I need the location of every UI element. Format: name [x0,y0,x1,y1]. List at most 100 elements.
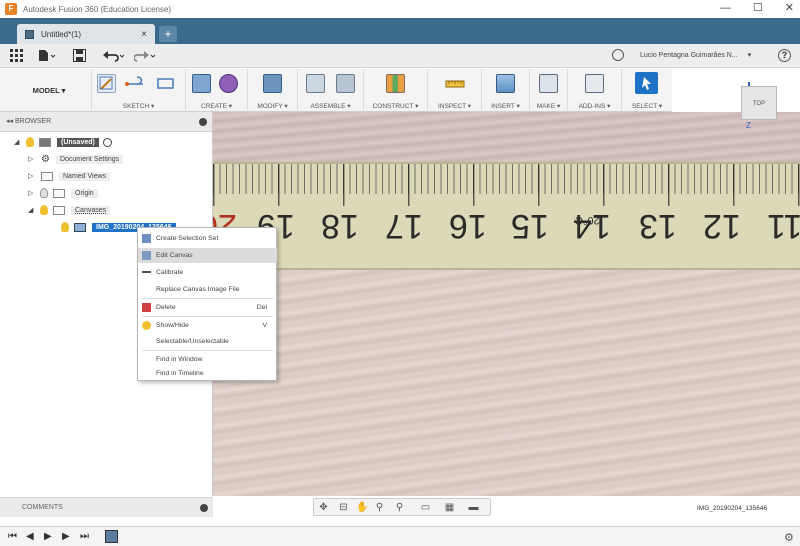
create-sketch-icon[interactable] [97,74,116,93]
browser-pin-icon[interactable] [199,118,207,126]
tab-close-icon[interactable]: × [141,29,147,40]
insert-image-icon[interactable] [496,74,515,93]
workspace-switcher-button[interactable]: MODEL ▾ [14,83,84,99]
canvas-viewport[interactable]: 20 19 18 17 16 15 20°C 14 13 12 11 [213,112,800,496]
form-icon[interactable] [219,74,238,93]
menu-item-edit-canvas[interactable]: Edit Canvas [138,248,277,263]
context-menu: Create Selection Set Edit Canvas Calibra… [137,227,277,381]
zoom-icon[interactable]: ⚲ [374,502,385,513]
user-account-menu[interactable]: Lucio Pentagna Guimarães N... ▾ [640,51,751,59]
viewports-icon[interactable]: ▬ [468,502,479,513]
go-to-start-icon[interactable]: ⏮ [8,531,17,543]
menu-item-show-hide[interactable]: Show/Hide V [138,318,277,333]
menu-item-label: Replace Canvas Image File [156,286,240,293]
activate-radio-icon[interactable] [102,137,112,147]
timeline-settings-gear-icon[interactable]: ⚙ [784,531,794,544]
timeline-bar: ⏮ ◀ ▶ ▶ ⏭ ⚙ [0,526,800,546]
visibility-bulb-icon[interactable] [40,188,48,198]
tree-item-canvases[interactable]: ◢ Canvases [28,202,111,218]
document-tab[interactable]: Untitled*(1) × [17,24,155,44]
document-icon [39,137,51,147]
menu-item-delete[interactable]: Delete Del [138,300,277,315]
modify-menu[interactable]: MODIFY ▾ [248,102,297,110]
canvas-image-icon [74,222,86,232]
look-at-icon[interactable]: ⊟ [338,502,349,513]
visibility-bulb-icon[interactable] [40,205,48,215]
tree-item-document-settings[interactable]: ▷ ⚙ Document Settings [28,151,124,167]
undo-icon[interactable] [103,49,125,63]
insert-menu[interactable]: INSERT ▾ [482,102,529,110]
3d-print-icon[interactable] [539,74,558,93]
inspect-menu[interactable]: INSPECT ▾ [428,102,481,110]
expand-down-icon[interactable]: ◢ [28,206,36,214]
measure-icon[interactable] [445,74,465,93]
user-name: Lucio Pentagna Guimarães N... [640,52,738,59]
display-settings-icon[interactable]: ▭ [420,502,431,513]
select-cursor-icon[interactable] [635,72,658,94]
menu-item-create-selection-set[interactable]: Create Selection Set [138,231,277,246]
tree-item-origin[interactable]: ▷ Origin [28,185,98,201]
assemble-menu[interactable]: ASSEMBLE ▾ [298,102,363,110]
create-menu[interactable]: CREATE ▾ [186,102,247,110]
expand-right-icon[interactable]: ▷ [28,172,36,180]
joint-icon[interactable] [336,74,355,93]
help-icon[interactable]: ? [778,49,791,62]
canvas-name-label: IMG_20190204_135646 [697,505,768,512]
step-back-icon[interactable]: ◀ [26,531,34,543]
menu-item-replace-canvas-image[interactable]: Replace Canvas Image File [138,282,277,297]
menu-separator [142,350,273,351]
tree-item-named-views[interactable]: ▷ Named Views [28,168,111,184]
file-menu-icon[interactable] [38,49,56,63]
title-bar: F Autodesk Fusion 360 (Education License… [0,0,800,18]
expand-right-icon[interactable]: ▷ [28,155,36,163]
line-icon[interactable] [125,74,144,93]
menu-item-find-in-timeline[interactable]: Find in Timeline [138,367,277,381]
redo-icon[interactable] [133,49,156,63]
extrude-icon[interactable] [192,74,211,93]
job-status-clock-icon[interactable] [612,49,624,61]
menu-item-selectable[interactable]: Selectable/Unselectable [138,334,277,349]
step-forward-icon[interactable]: ▶ [62,531,70,543]
comments-pin-icon[interactable] [200,504,208,512]
offset-plane-icon[interactable] [386,74,405,93]
collapse-arrows-icon[interactable]: ◂◂ [6,118,15,125]
select-menu[interactable]: SELECT ▾ [622,102,672,110]
sketch-menu[interactable]: SKETCH ▾ [92,102,185,110]
rectangle-icon[interactable] [156,74,175,93]
expand-down-icon[interactable]: ◢ [14,138,22,146]
new-tab-button[interactable]: + [159,26,177,42]
origin-label: Origin [71,188,98,198]
zoom-window-icon[interactable]: ⚲ [394,502,405,513]
viewcube[interactable]: TOP [741,86,777,120]
tree-item-root[interactable]: ◢ (Unsaved) [14,134,112,150]
construct-menu[interactable]: CONSTRUCT ▾ [364,102,427,110]
menu-item-find-in-window[interactable]: Find in Window [138,352,277,367]
new-component-icon[interactable] [306,74,325,93]
data-panel-grid-icon[interactable] [10,49,23,63]
go-to-end-icon[interactable]: ⏭ [80,531,89,543]
add-ins-menu[interactable]: ADD-INS ▾ [568,102,621,110]
timeline-canvas-feature-icon[interactable] [105,530,118,543]
make-menu[interactable]: MAKE ▾ [530,102,567,110]
expand-right-icon[interactable]: ▷ [28,189,36,197]
tape-number-14: 14 [573,207,611,245]
add-ins-group: ADD-INS ▾ [568,69,622,112]
save-icon[interactable] [73,49,86,63]
press-pull-icon[interactable] [263,74,282,93]
comments-label: COMMENTS [22,504,63,511]
play-icon[interactable]: ▶ [44,531,52,543]
selection-set-icon [142,234,151,243]
browser-header[interactable]: ◂◂ BROWSER [0,112,212,132]
menu-item-calibrate[interactable]: Calibrate [138,265,277,280]
scripts-addins-icon[interactable] [585,74,604,93]
comments-panel-header[interactable]: COMMENTS [0,497,213,517]
maximize-button[interactable]: ☐ [753,0,763,16]
pan-hand-icon[interactable]: ✋ [356,502,368,513]
visibility-bulb-icon[interactable] [26,137,34,147]
visibility-bulb-icon[interactable] [61,222,69,232]
grid-settings-icon[interactable]: ▦ [444,502,455,513]
minimize-button[interactable]: — [720,0,731,16]
create-group: CREATE ▾ [186,69,248,112]
orbit-icon[interactable]: ✥ [318,502,329,513]
close-button[interactable]: ✕ [785,0,794,16]
